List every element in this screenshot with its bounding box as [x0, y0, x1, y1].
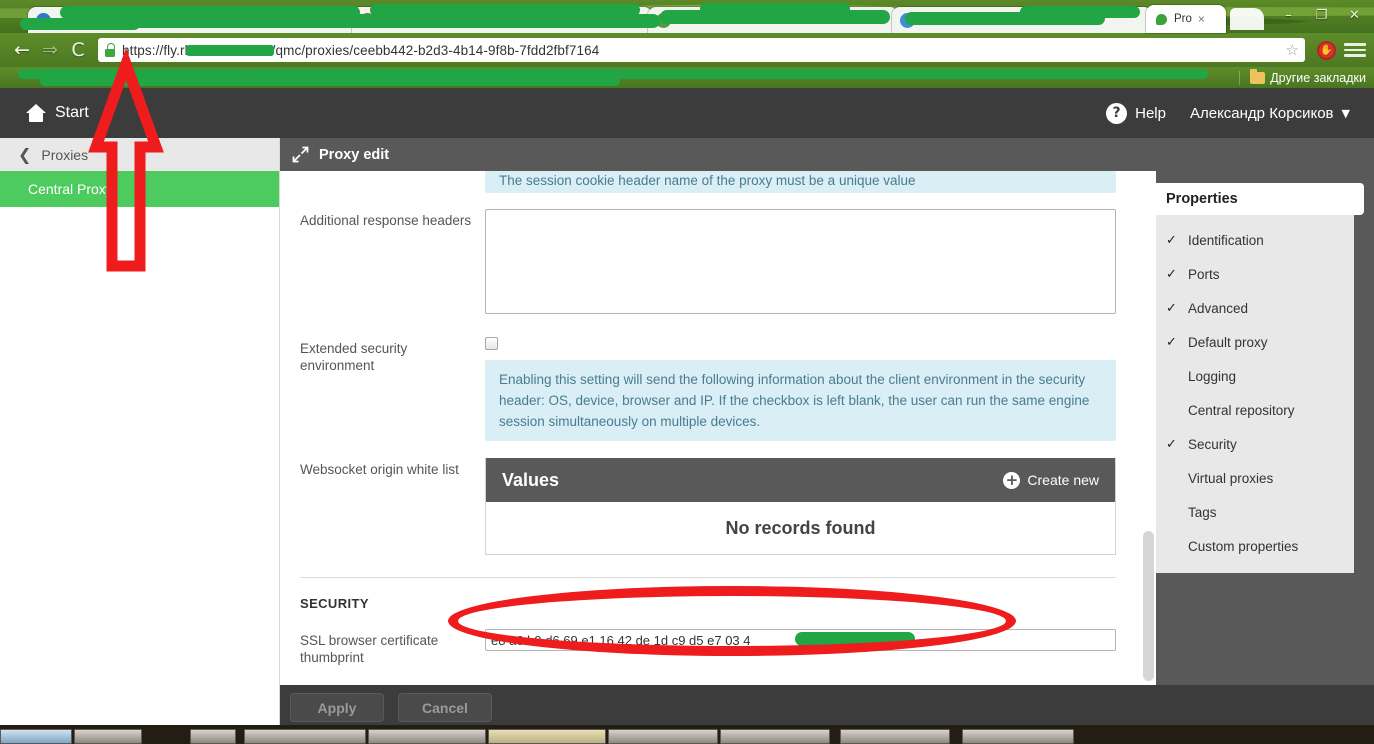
- screen: Pro × – ❐ ✕ ← ⇒ C https://fly.rl /qmc/pr…: [0, 0, 1374, 744]
- annotation-layer: [88, 47, 164, 272]
- browser-tab-active[interactable]: Pro ×: [1146, 5, 1226, 33]
- tab-title: Pro: [1174, 13, 1192, 25]
- skype-icon: [1154, 11, 1169, 27]
- tab-close-icon[interactable]: ×: [1198, 13, 1205, 25]
- red-arrow-annotation: [88, 47, 164, 272]
